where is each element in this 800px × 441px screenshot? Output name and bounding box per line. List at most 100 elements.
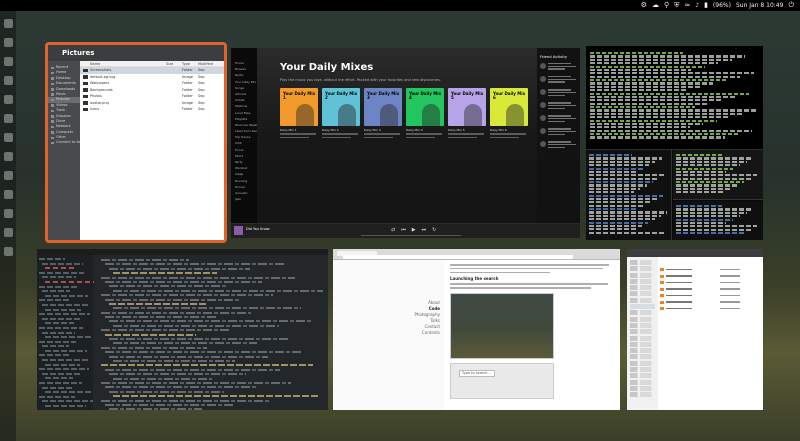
sidebar-item[interactable] [630, 329, 655, 335]
tree-item[interactable] [45, 322, 75, 325]
play-icon[interactable]: ▶ [412, 227, 416, 233]
next-icon[interactable]: ⏭ [422, 227, 427, 233]
sidebar-item[interactable] [630, 354, 655, 360]
tree-item[interactable] [39, 382, 83, 385]
browser-window[interactable]: About Code Photography Talks Contact Contents… [333, 249, 620, 410]
files-icon[interactable] [3, 38, 13, 47]
terminal-window-top[interactable] [586, 46, 763, 149]
sidebar-item[interactable] [630, 316, 655, 322]
tree-item[interactable] [45, 267, 76, 270]
sidebar-item[interactable] [630, 348, 655, 354]
tree-item[interactable] [45, 391, 93, 394]
daily-mix-tile[interactable]: Your Daily Mix 5 [448, 88, 486, 126]
tree-item[interactable] [45, 336, 94, 339]
tree-item[interactable] [42, 359, 88, 362]
tree-item[interactable] [42, 400, 94, 403]
daily-mix-tile[interactable]: Your Daily Mix 6 [490, 88, 528, 126]
editor-icon[interactable] [3, 76, 13, 85]
friend-entry[interactable] [540, 76, 577, 84]
volume-indicator[interactable]: ♪ [695, 0, 699, 11]
tree-item[interactable] [39, 299, 71, 302]
tree-item[interactable] [42, 386, 75, 389]
tree-item[interactable] [39, 271, 85, 274]
sidebar-item[interactable] [630, 341, 655, 347]
tree-item[interactable] [39, 313, 90, 316]
column-name[interactable]: Name [80, 61, 166, 66]
tree-item[interactable] [42, 262, 84, 265]
tree-item[interactable] [45, 377, 74, 380]
list-item[interactable] [660, 293, 740, 298]
site-nav-link[interactable]: Contents [333, 330, 440, 336]
terminal-pane-right-bottom[interactable] [673, 201, 763, 240]
mail-icon[interactable] [3, 152, 13, 161]
tree-item[interactable] [39, 368, 89, 371]
list-item[interactable] [660, 287, 740, 292]
files-window[interactable]: Pictures Recent Home Desktop Documents Downl… [48, 45, 224, 240]
tree-item[interactable] [45, 349, 87, 352]
files-window-2[interactable] [627, 249, 763, 410]
chat-icon[interactable] [3, 133, 13, 142]
sidebar-nav-item[interactable]: Jazz [231, 196, 257, 202]
battery-icon[interactable]: ▮ [704, 0, 708, 11]
sidebar-item[interactable] [630, 291, 655, 297]
tree-item[interactable] [39, 258, 65, 260]
friend-entry[interactable] [540, 115, 577, 123]
sidebar-nav-item[interactable]: Your Daily Mix [231, 79, 257, 85]
daily-mix-tile[interactable]: Your Daily Mix 4 [406, 88, 444, 126]
sidebar-item[interactable] [630, 285, 655, 291]
tree-item[interactable] [45, 280, 95, 283]
music-icon[interactable] [3, 95, 13, 104]
tree-item[interactable] [39, 340, 77, 343]
tree-item[interactable] [39, 285, 78, 288]
location-icon[interactable]: ⚲ [664, 0, 669, 11]
column-modified[interactable]: Modified [198, 61, 224, 66]
album-art[interactable] [234, 226, 243, 235]
tree-item[interactable] [42, 372, 81, 375]
tree-item[interactable] [45, 294, 88, 297]
friend-entry[interactable] [540, 141, 577, 149]
sidebar-item[interactable] [630, 379, 655, 385]
sidebar-item[interactable] [630, 260, 655, 265]
code-editor-window[interactable] [37, 249, 328, 410]
mix-label[interactable]: Daily Mix 4 [406, 128, 423, 132]
repeat-icon[interactable]: ↻ [432, 227, 436, 233]
list-item[interactable] [660, 274, 740, 279]
browser-icon[interactable] [3, 57, 13, 66]
tree-item[interactable] [42, 303, 89, 306]
spotify-window[interactable]: Home Browse Radio Your Daily Mix Songs Albums… [231, 48, 580, 238]
sidebar-item[interactable] [630, 278, 655, 284]
sidebar-item[interactable] [630, 392, 655, 398]
table-row[interactable]: Icons Folder Sep [80, 106, 224, 113]
friend-entry[interactable] [540, 63, 577, 71]
sidebar-item[interactable] [630, 272, 655, 278]
sidebar-item[interactable] [630, 373, 655, 379]
terminal-pane-right-top[interactable] [673, 150, 763, 200]
sidebar-item[interactable] [630, 335, 655, 341]
editor-file-tree[interactable] [37, 255, 95, 410]
list-item[interactable] [660, 306, 740, 311]
store-icon[interactable] [3, 228, 13, 237]
tree-item[interactable] [42, 290, 70, 293]
sidebar-item[interactable] [630, 322, 655, 328]
sidebar-item[interactable] [630, 266, 655, 272]
column-type[interactable]: Type [182, 61, 198, 66]
now-playing-title[interactable]: Did You Know [246, 227, 270, 231]
sidebar-item[interactable] [630, 304, 655, 310]
editor-code-area[interactable] [95, 255, 328, 410]
settings-icon[interactable] [3, 114, 13, 123]
terminal-icon[interactable] [3, 19, 13, 28]
list-item[interactable] [660, 280, 740, 285]
trash-icon[interactable] [3, 247, 13, 256]
shuffle-icon[interactable]: ⇄ [391, 227, 395, 233]
shield-icon[interactable]: ⛨ [674, 0, 679, 11]
terminal-window-bottom[interactable] [586, 150, 763, 240]
tree-item[interactable] [42, 276, 77, 279]
mix-label[interactable]: Daily Mix 5 [448, 128, 465, 132]
tree-item[interactable] [45, 363, 80, 366]
tree-item[interactable] [45, 308, 81, 311]
clock[interactable]: Sun Jan 8 10:49 [736, 0, 784, 11]
previous-icon[interactable]: ⏮ [401, 227, 406, 233]
sidebar-item[interactable] [630, 367, 655, 373]
calendar-icon[interactable] [3, 171, 13, 180]
sidebar-item[interactable]: Connect to Server [48, 140, 80, 145]
